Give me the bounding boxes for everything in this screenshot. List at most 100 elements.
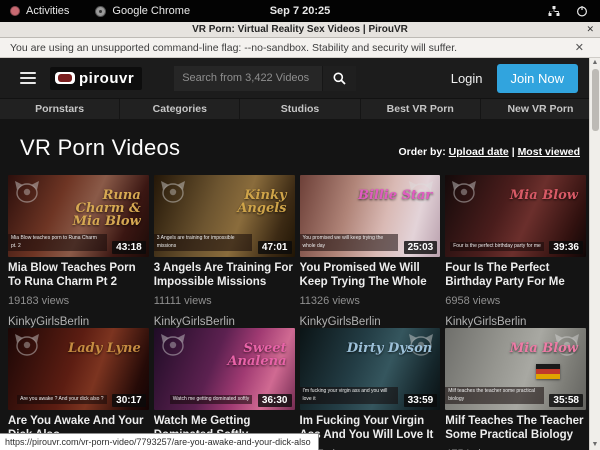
video-title[interactable]: Im Fucking Your Virgin Ass And You Will … xyxy=(300,415,441,442)
scroll-down-icon[interactable]: ▼ xyxy=(592,440,599,450)
studio-watermark-icon xyxy=(14,180,40,204)
order-by-label: Order by: xyxy=(398,146,445,158)
video-card[interactable]: Mia Blow Milf teaches the teacher some pr… xyxy=(445,328,586,450)
studio-watermark-icon xyxy=(14,333,40,357)
site-logo-text: pirouvr xyxy=(79,70,134,87)
video-duration-badge: 39:36 xyxy=(549,241,583,254)
thumbnail-overlay-title: Mia Blow xyxy=(510,342,578,355)
nav-item-best-vr-porn[interactable]: Best VR Porn xyxy=(361,99,481,119)
nav-item-categories[interactable]: Categories xyxy=(120,99,240,119)
video-studio-link[interactable]: KinkyGirlsBerlin xyxy=(300,316,441,328)
order-link-upload-date[interactable]: Upload date xyxy=(449,146,509,158)
video-views: 6958 views xyxy=(445,295,586,307)
order-separator: | xyxy=(512,146,515,158)
search-button[interactable] xyxy=(322,66,356,91)
nav-item-new-vr-porn[interactable]: New VR Porn xyxy=(481,99,600,119)
video-grid: Runa Charm & Mia Blow Mia Blow teaches po… xyxy=(0,175,600,450)
video-card[interactable]: Lady Lyne Are you awake ? And your dick a… xyxy=(8,328,149,450)
order-link-most-viewed[interactable]: Most viewed xyxy=(518,146,580,158)
studio-watermark-icon xyxy=(451,180,477,204)
warning-close-icon[interactable]: ✕ xyxy=(575,41,590,54)
studio-watermark-icon xyxy=(160,333,186,357)
video-card[interactable]: Runa Charm & Mia Blow Mia Blow teaches po… xyxy=(8,175,149,328)
thumbnail-overlay-subtitle: Are you awake ? And your dick also ? xyxy=(17,395,106,405)
warning-text: You are using an unsupported command-lin… xyxy=(10,42,457,54)
video-thumbnail[interactable]: Mia Blow Four is the perfect birthday par… xyxy=(445,175,586,257)
thumbnail-overlay-title: Mia Blow xyxy=(510,189,578,202)
search-input[interactable] xyxy=(174,66,322,91)
thumbnail-overlay-title: Lady Lyne xyxy=(68,342,141,355)
search-bar xyxy=(174,66,356,91)
clock[interactable]: Sep 7 20:25 xyxy=(0,5,600,17)
site-header: pirouvr Login Join Now xyxy=(0,58,600,98)
video-thumbnail[interactable]: Mia Blow Milf teaches the teacher some pr… xyxy=(445,328,586,410)
video-studio-link[interactable]: KinkyGirlsBerlin xyxy=(154,316,295,328)
scroll-up-icon[interactable]: ▲ xyxy=(592,58,599,68)
video-title[interactable]: Mia Blow Teaches Porn To Runa Charm Pt 2 xyxy=(8,262,149,289)
system-bar: Activities Google Chrome Sep 7 20:25 xyxy=(0,0,600,22)
status-bar-url: https://pirouvr.com/vr-porn-video/779325… xyxy=(0,433,319,450)
thumbnail-overlay-title: Runa Charm & Mia Blow xyxy=(54,189,141,228)
page-heading-row: VR Porn Videos Order by: Upload date | M… xyxy=(0,119,600,175)
warning-bar: You are using an unsupported command-lin… xyxy=(0,38,600,58)
video-thumbnail[interactable]: Runa Charm & Mia Blow Mia Blow teaches po… xyxy=(8,175,149,257)
window-title: VR Porn: Virtual Reality Sex Videos | Pi… xyxy=(0,24,600,35)
video-card[interactable]: Dirty Dyson I'm fucking your virgin ass a… xyxy=(300,328,441,450)
video-thumbnail[interactable]: Lady Lyne Are you awake ? And your dick a… xyxy=(8,328,149,410)
video-views: 11111 views xyxy=(154,295,295,307)
video-card[interactable]: Mia Blow Four is the perfect birthday par… xyxy=(445,175,586,328)
video-duration-badge: 35:58 xyxy=(549,394,583,407)
thumbnail-overlay-title: Billie Star xyxy=(358,189,432,202)
join-now-button[interactable]: Join Now xyxy=(497,64,578,93)
thumbnail-overlay-title: Kinky Angels xyxy=(199,189,286,215)
thumbnail-overlay-subtitle: You promised we will keep trying the who… xyxy=(300,234,399,251)
video-views: 19183 views xyxy=(8,295,149,307)
video-card[interactable]: Kinky Angels 3 Angels are training for im… xyxy=(154,175,295,328)
login-link[interactable]: Login xyxy=(451,71,483,86)
video-thumbnail[interactable]: Dirty Dyson I'm fucking your virgin ass a… xyxy=(300,328,441,410)
vr-goggles-icon xyxy=(55,72,75,84)
thumbnail-overlay-title: Sweet Analena xyxy=(199,342,286,368)
studio-watermark-icon xyxy=(160,180,186,204)
video-studio-link[interactable]: KinkyGirlsBerlin xyxy=(445,316,586,328)
window-title-bar: VR Porn: Virtual Reality Sex Videos | Pi… xyxy=(0,22,600,38)
german-flag-icon xyxy=(536,364,560,379)
video-views: 11326 views xyxy=(300,295,441,307)
video-thumbnail[interactable]: Billie Star You promised we will keep try… xyxy=(300,175,441,257)
video-thumbnail[interactable]: Kinky Angels 3 Angels are training for im… xyxy=(154,175,295,257)
nav-item-pornstars[interactable]: Pornstars xyxy=(0,99,120,119)
thumbnail-overlay-title: Dirty Dyson xyxy=(347,342,432,355)
nav-item-studios[interactable]: Studios xyxy=(240,99,360,119)
thumbnail-overlay-subtitle: Four is the perfect birthday party for m… xyxy=(450,242,544,252)
main-nav: Pornstars Categories Studios Best VR Por… xyxy=(0,98,600,119)
scrollbar-thumb[interactable] xyxy=(592,69,599,131)
hamburger-menu-icon[interactable] xyxy=(20,72,36,84)
video-duration-badge: 36:30 xyxy=(258,394,292,407)
video-duration-badge: 33:59 xyxy=(404,394,438,407)
video-title[interactable]: Four Is The Perfect Birthday Party For M… xyxy=(445,262,586,289)
page-title: VR Porn Videos xyxy=(20,135,180,161)
video-duration-badge: 30:17 xyxy=(112,394,146,407)
order-by: Order by: Upload date | Most viewed xyxy=(398,146,580,158)
thumbnail-overlay-subtitle: Mia Blow teaches porn to Runa Charm pt. … xyxy=(8,234,107,251)
video-duration-badge: 43:18 xyxy=(112,241,146,254)
thumbnail-overlay-subtitle: Watch me getting dominated softly xyxy=(170,395,253,405)
thumbnail-overlay-subtitle: Milf teaches the teacher some practical … xyxy=(445,387,544,404)
video-title[interactable]: You Promised We Will Keep Trying The Who… xyxy=(300,262,441,289)
power-icon[interactable] xyxy=(576,5,588,17)
site-logo[interactable]: pirouvr xyxy=(50,67,142,90)
video-card[interactable]: Sweet Analena Watch me getting dominated … xyxy=(154,328,295,450)
video-card[interactable]: Billie Star You promised we will keep try… xyxy=(300,175,441,328)
video-title[interactable]: 3 Angels Are Training For Impossible Mis… xyxy=(154,262,295,289)
video-thumbnail[interactable]: Sweet Analena Watch me getting dominated … xyxy=(154,328,295,410)
vertical-scrollbar[interactable]: ▲ ▼ xyxy=(589,58,600,450)
thumbnail-overlay-subtitle: I'm fucking your virgin ass and you will… xyxy=(300,387,399,404)
web-page: pirouvr Login Join Now Pornstars Categor… xyxy=(0,58,600,450)
window-close-icon[interactable]: ✕ xyxy=(586,24,594,35)
video-title[interactable]: Milf Teaches The Teacher Some Practical … xyxy=(445,415,586,442)
video-duration-badge: 47:01 xyxy=(258,241,292,254)
video-studio-link[interactable]: KinkyGirlsBerlin xyxy=(8,316,149,328)
network-icon[interactable] xyxy=(548,6,560,17)
thumbnail-overlay-subtitle: 3 Angels are training for impossible mis… xyxy=(154,234,253,251)
search-icon xyxy=(333,72,346,85)
